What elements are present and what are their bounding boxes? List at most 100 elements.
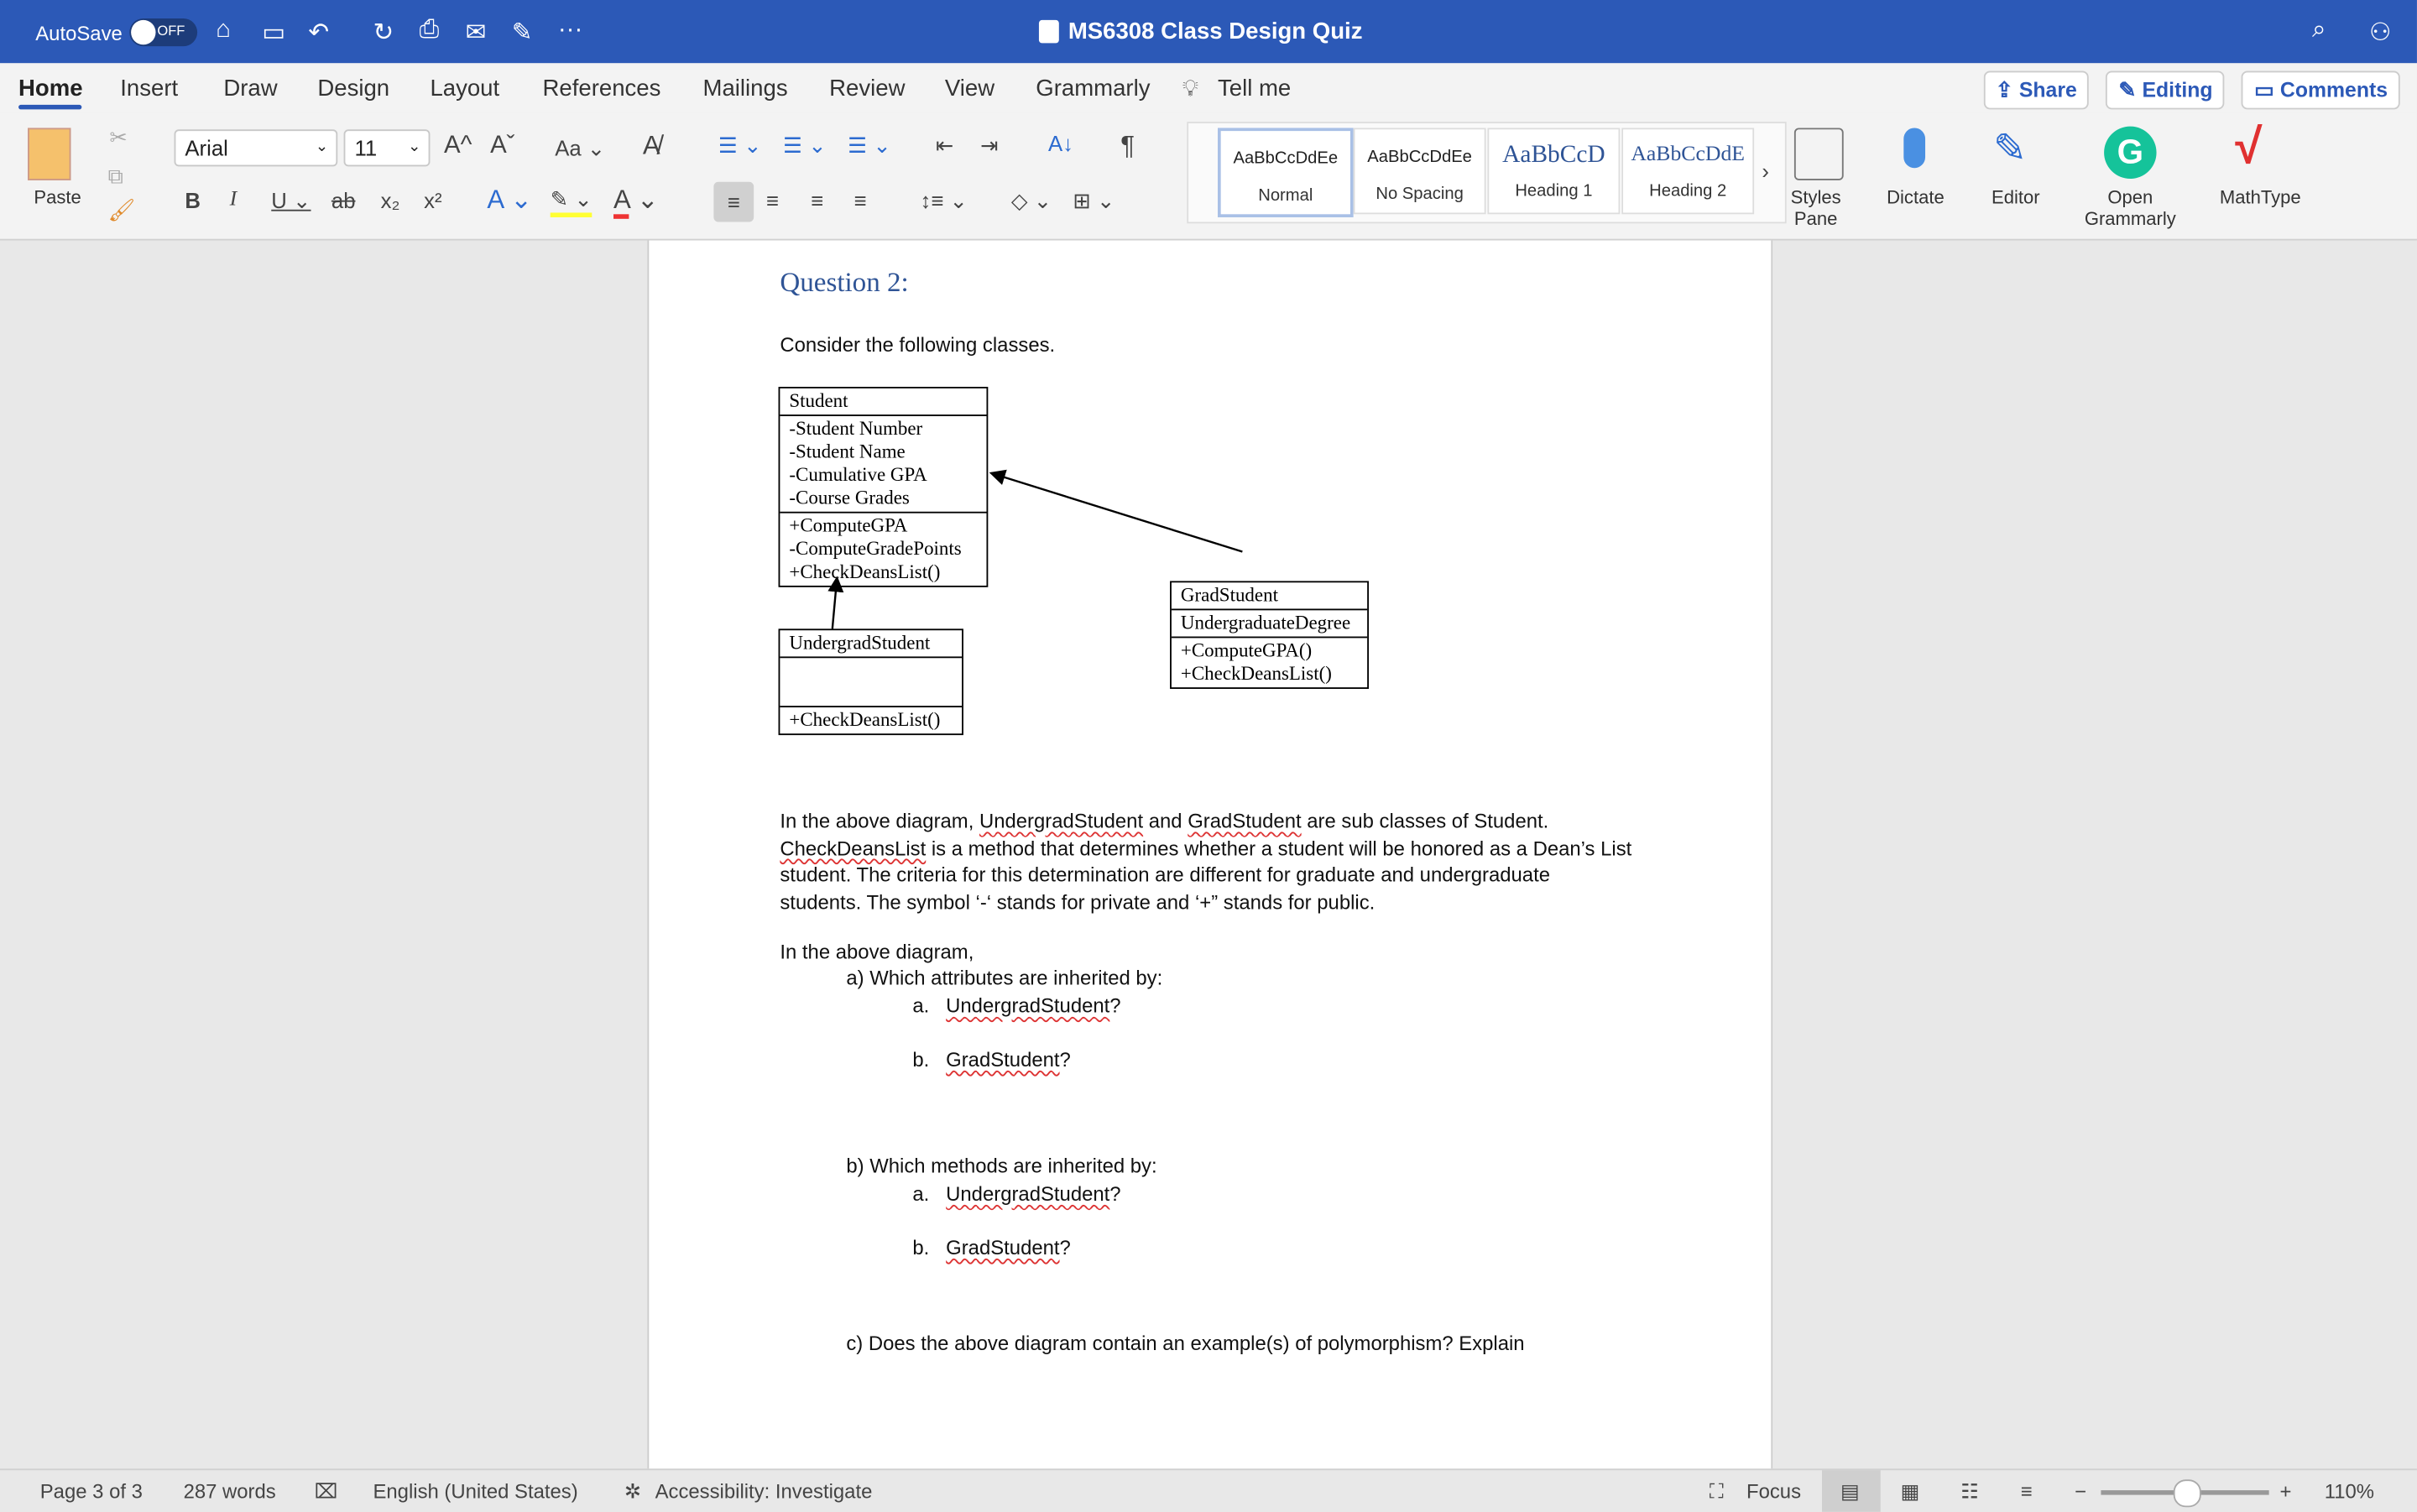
paste-icon[interactable] (28, 128, 71, 180)
open-grammarly-label[interactable]: Open Grammarly (2081, 186, 2180, 229)
show-formatting-icon[interactable]: ¶ (1120, 131, 1135, 162)
italic-button[interactable]: I (230, 188, 238, 212)
tab-insert[interactable]: Insert (120, 76, 178, 102)
style-preview: AaBbCcD (1502, 141, 1605, 169)
align-right-button[interactable]: ≡ (811, 188, 823, 212)
tab-references[interactable]: References (543, 76, 661, 102)
autosave-toggle[interactable]: OFF (129, 18, 198, 47)
editor-icon[interactable]: ✎ (1993, 125, 2027, 173)
text: a. (912, 1181, 930, 1206)
text-effects-icon[interactable]: A ⌄ (487, 185, 532, 216)
language[interactable]: English (United States) (373, 1479, 577, 1503)
lead-text: In the above diagram, (780, 940, 974, 963)
tab-review[interactable]: Review (829, 76, 905, 102)
tab-grammarly[interactable]: Grammarly (1036, 76, 1150, 102)
document-page[interactable]: Question 2: Consider the following class… (647, 238, 1773, 1469)
style-no-spacing[interactable]: AaBbCcDdEe No Spacing (1353, 128, 1486, 215)
outline-view-icon[interactable]: ☷ (1960, 1479, 1978, 1504)
more-icon[interactable]: ··· (558, 17, 582, 44)
font-size-select[interactable]: 11 ⌄ (343, 129, 431, 167)
comments-button[interactable]: ▭ Comments (2242, 70, 2400, 110)
subscript-button[interactable]: x₂ (381, 188, 400, 212)
borders-icon[interactable]: ⊞ ⌄ (1073, 188, 1115, 214)
grammarly-icon[interactable]: G (2104, 126, 2157, 180)
style-heading-2[interactable]: AaBbCcDdE Heading 2 (1621, 128, 1755, 215)
bold-button[interactable]: B (185, 188, 201, 212)
grow-font-icon[interactable]: A^ (444, 133, 472, 160)
tab-design[interactable]: Design (317, 76, 389, 102)
redo-icon[interactable]: ↻ (373, 17, 394, 48)
focus-button[interactable]: Focus (1746, 1479, 1801, 1503)
save-icon[interactable]: ▭ (262, 17, 285, 48)
multilevel-list-icon[interactable]: ☰ ⌄ (848, 133, 891, 159)
autosave-label: AutoSave (35, 21, 123, 45)
zoom-out-button[interactable]: − (2075, 1479, 2086, 1503)
dictate-label[interactable]: Dictate (1887, 186, 1945, 208)
decrease-indent-icon[interactable]: ⇤ (936, 133, 954, 159)
mathtype-label[interactable]: MathType (2220, 186, 2301, 208)
zoom-slider-thumb[interactable] (2173, 1479, 2201, 1508)
styles-more-chevron-icon[interactable]: › (1762, 159, 1769, 183)
format-painter-icon[interactable]: 🖌︎ (108, 197, 136, 223)
share-people-icon[interactable]: ⚇ (2369, 17, 2391, 48)
change-case-button[interactable]: Aa ⌄ (555, 136, 605, 162)
tell-me-search[interactable]: Tell me (1218, 76, 1291, 102)
tab-view[interactable]: View (945, 76, 994, 102)
touch-mode-icon[interactable]: ✎ (512, 17, 533, 48)
proofing-icon[interactable]: ⌧ (315, 1479, 338, 1504)
tab-layout[interactable]: Layout (430, 76, 499, 102)
style-normal[interactable]: AaBbCcDdEe Normal (1217, 128, 1354, 217)
editor-label[interactable]: Editor (1992, 186, 2040, 208)
styles-pane-label[interactable]: Styles Pane (1785, 186, 1846, 229)
line-spacing-icon[interactable]: ↕≡ ⌄ (921, 188, 968, 214)
zoom-level[interactable]: 110% (2325, 1479, 2374, 1503)
copy-icon[interactable]: ⧉ (108, 164, 123, 190)
strikethrough-button[interactable]: ab (331, 188, 356, 212)
focus-icon[interactable]: ⛶ (1710, 1479, 1724, 1504)
increase-indent-icon[interactable]: ⇥ (980, 133, 999, 159)
accessibility-status[interactable]: Accessibility: Investigate (655, 1479, 873, 1503)
document-title[interactable]: MS6308 Class Design Quiz (1068, 18, 1363, 44)
word-count[interactable]: 287 words (184, 1479, 276, 1503)
print-icon[interactable]: ⎙ (420, 17, 440, 44)
font-name-value: Arial (185, 135, 228, 161)
share-button[interactable]: ⇪ Share (1983, 70, 2090, 110)
font-name-select[interactable]: Arial ⌄ (174, 129, 338, 167)
accessibility-icon[interactable]: ✲ (624, 1479, 641, 1504)
style-heading-1[interactable]: AaBbCcD Heading 1 (1487, 128, 1621, 215)
zoom-in-button[interactable]: + (2279, 1479, 2291, 1503)
text: b. (912, 1236, 930, 1259)
clear-formatting-icon[interactable]: A̸ (643, 131, 660, 162)
microphone-icon[interactable] (1903, 128, 1926, 169)
numbering-icon[interactable]: ☰ ⌄ (783, 133, 827, 159)
search-icon[interactable]: ⌕ (2312, 17, 2326, 44)
shrink-font-icon[interactable]: Aˇ (490, 133, 514, 160)
bullets-icon[interactable]: ☰ ⌄ (718, 133, 762, 159)
sort-icon[interactable]: A↓ (1048, 131, 1073, 155)
page-count[interactable]: Page 3 of 3 (40, 1479, 143, 1503)
home-icon[interactable]: ⌂ (216, 17, 231, 44)
align-center-button[interactable]: ≡ (766, 188, 779, 212)
justify-button[interactable]: ≡ (854, 188, 867, 212)
undo-icon[interactable]: ↶ (308, 17, 329, 48)
superscript-button[interactable]: x² (424, 188, 441, 212)
styles-pane-icon[interactable] (1793, 128, 1844, 180)
paste-label[interactable]: Paste (34, 186, 81, 208)
highlight-icon[interactable]: ✎ ⌄ (550, 186, 593, 217)
editing-button[interactable]: ✎ Editing (2106, 70, 2226, 110)
draft-view-icon[interactable]: ≡ (2021, 1479, 2033, 1503)
mathtype-icon[interactable]: √ (2235, 118, 2262, 175)
align-left-button[interactable]: ≡ (713, 181, 754, 222)
question-a-item-1: a. UndergradStudent? (912, 994, 1120, 1018)
tab-home[interactable]: Home (18, 76, 83, 102)
cut-icon[interactable]: ✂ (109, 125, 128, 151)
web-layout-icon[interactable]: ▦ (1901, 1479, 1920, 1504)
font-color-icon[interactable]: A ⌄ (613, 185, 659, 219)
shading-icon[interactable]: ◇ ⌄ (1011, 188, 1052, 214)
email-icon[interactable]: ✉ (466, 17, 487, 48)
tab-mailings[interactable]: Mailings (703, 76, 788, 102)
change-case-label: Aa (555, 135, 582, 161)
ribbon: Paste ✂ ⧉ 🖌︎ Arial ⌄ 11 ⌄ A^ Aˇ Aa ⌄ A̸ B … (0, 112, 2417, 241)
tab-draw[interactable]: Draw (223, 76, 277, 102)
underline-button[interactable]: U ⌄ (271, 188, 311, 214)
